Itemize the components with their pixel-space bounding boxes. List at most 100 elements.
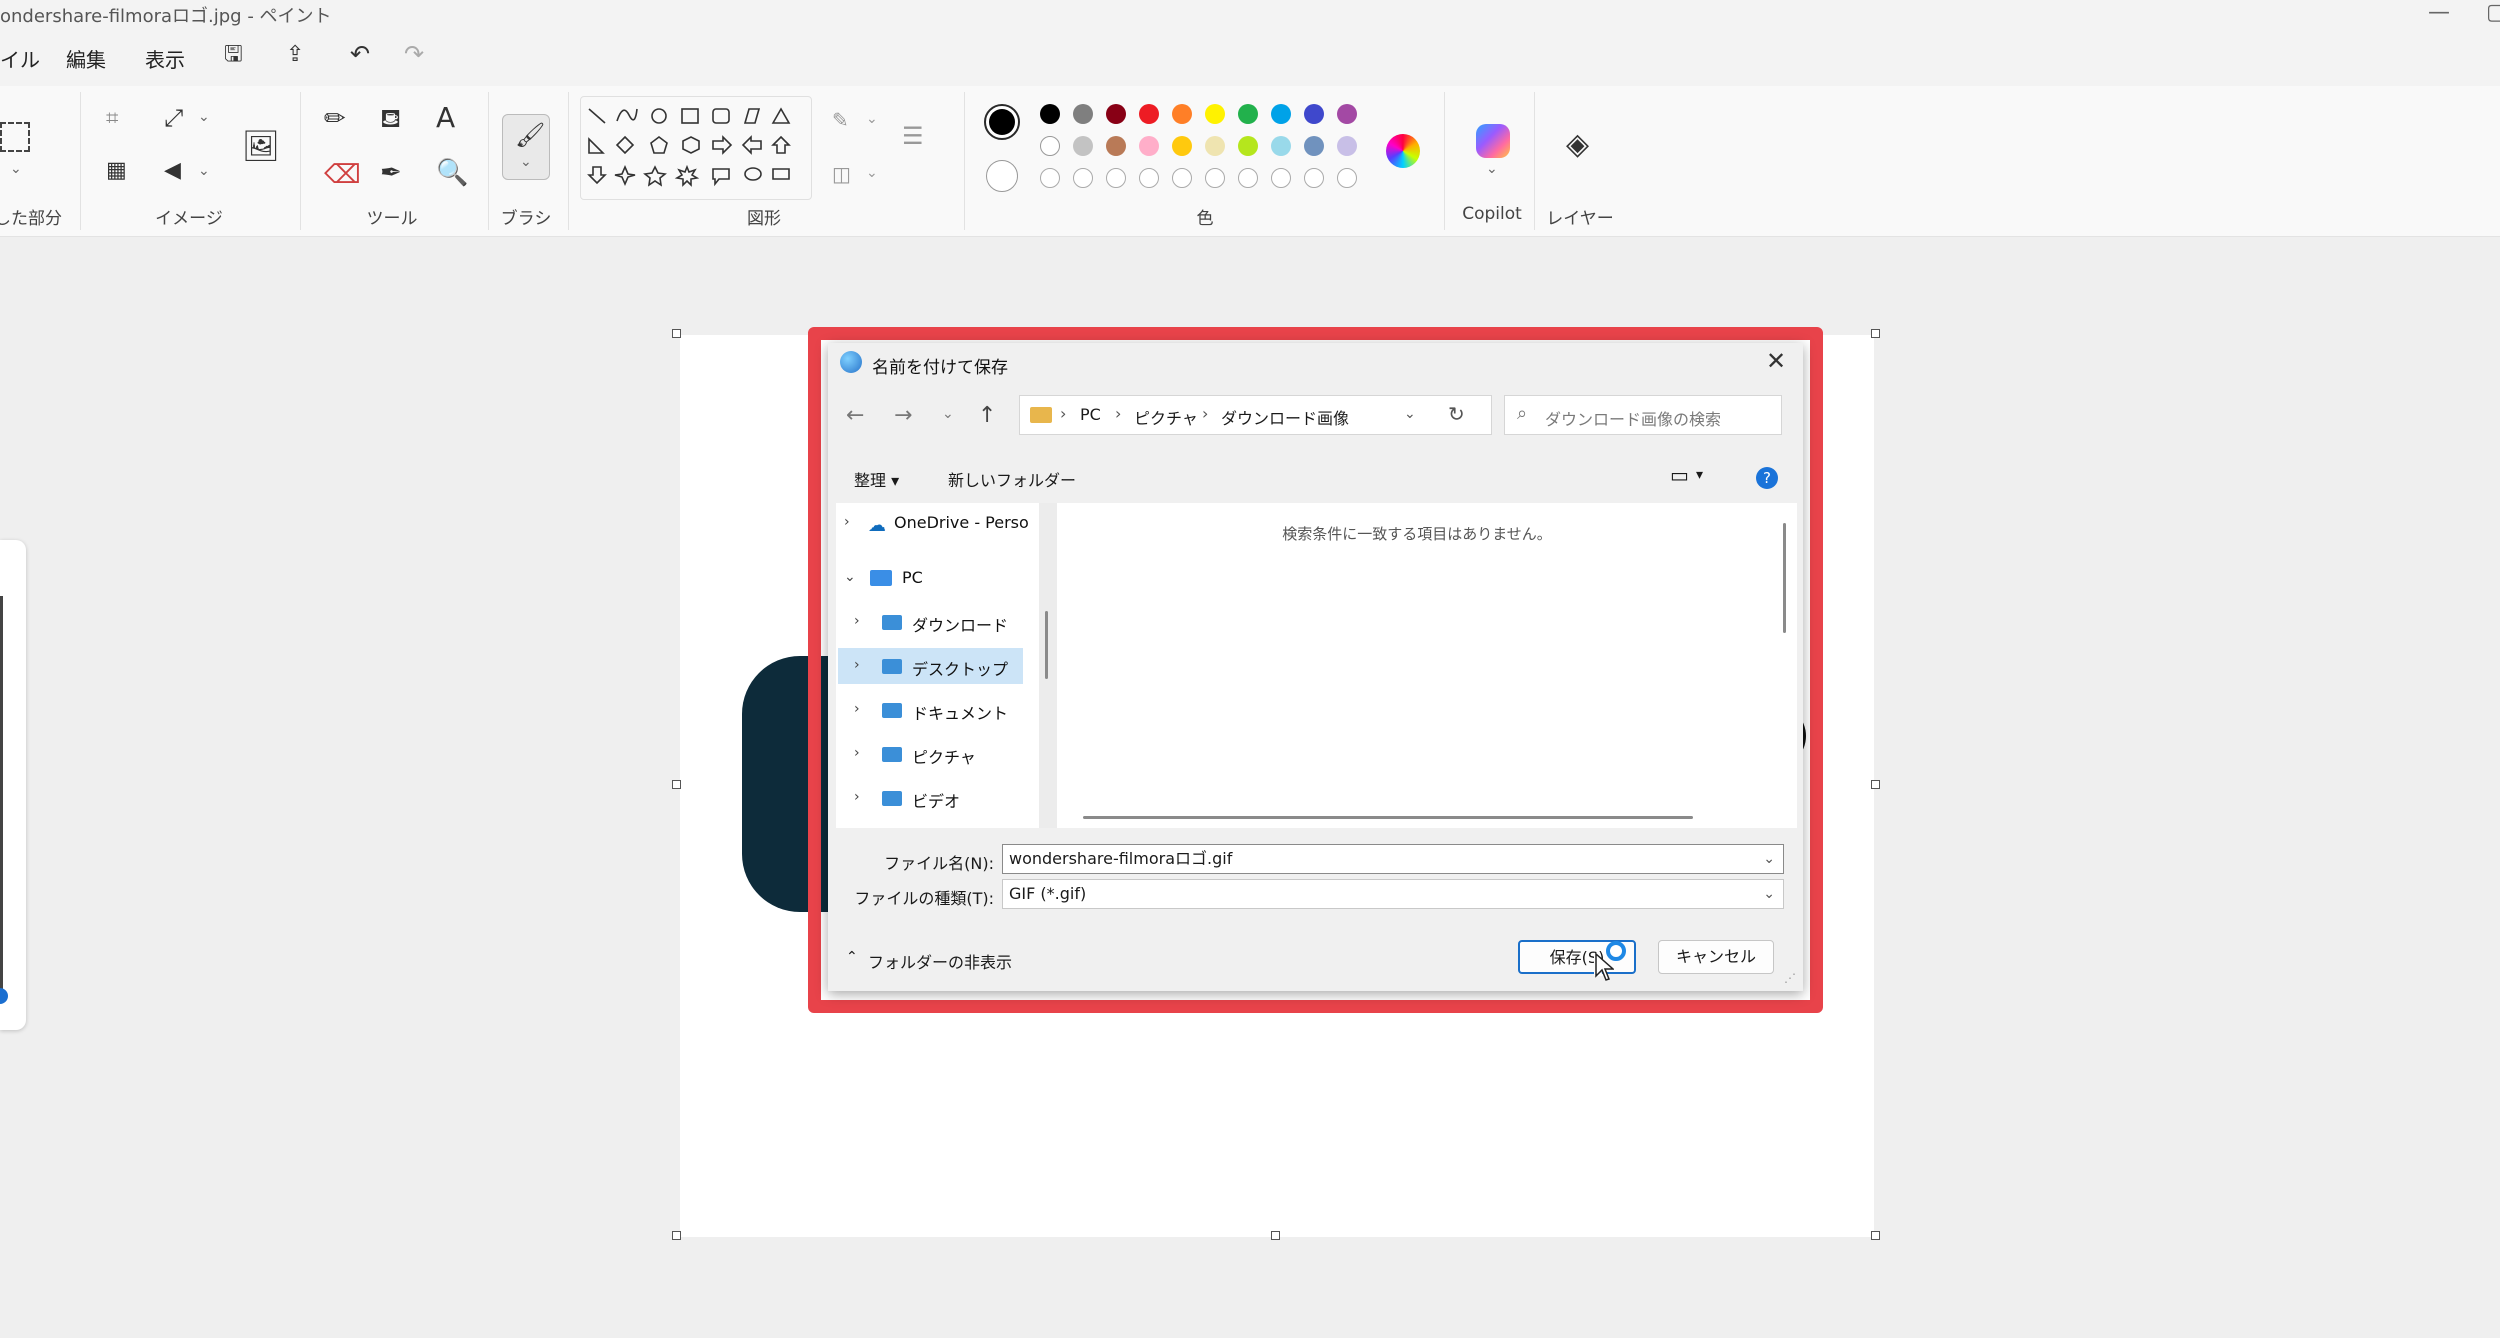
expand-chevron-icon[interactable]: › <box>854 701 860 717</box>
scrollbar-thumb[interactable] <box>1045 611 1048 679</box>
pencil-icon[interactable]: ✏ <box>324 106 346 132</box>
resize-handle[interactable] <box>672 329 681 338</box>
image-generator-icon[interactable]: 🖼 <box>242 132 280 162</box>
navigation-scrollbar[interactable] <box>1039 503 1057 828</box>
nav-item-onedrive[interactable]: › ☁ OneDrive - Perso <box>836 505 1031 541</box>
chevron-down-icon[interactable]: ⌄ <box>1763 880 1775 908</box>
color-swatch[interactable] <box>1073 136 1093 156</box>
nav-item-documents[interactable]: › ドキュメント <box>836 692 1031 728</box>
redo-icon[interactable]: ↷ <box>404 42 424 66</box>
refresh-icon[interactable]: ↻ <box>1448 402 1465 426</box>
nav-item-pc[interactable]: ⌄ PC <box>836 560 1031 596</box>
share-icon[interactable]: ⇪ <box>286 44 304 66</box>
color-swatch[interactable] <box>1205 104 1225 124</box>
search-input[interactable]: ⌕ ダウンロード画像の検索 <box>1504 395 1782 435</box>
resize-icon[interactable]: ⤢ <box>164 106 183 130</box>
custom-color-swatch[interactable] <box>1073 168 1093 188</box>
color-swatch[interactable] <box>1205 136 1225 156</box>
custom-color-swatch[interactable] <box>1106 168 1126 188</box>
text-icon[interactable]: A <box>436 104 455 132</box>
custom-color-swatch[interactable] <box>1205 168 1225 188</box>
menu-edit[interactable]: 編集 <box>66 44 106 73</box>
nav-item-videos[interactable]: › ビデオ <box>836 780 1031 816</box>
rotate-icon[interactable]: ◀ <box>164 160 181 182</box>
color-swatch[interactable] <box>1172 104 1192 124</box>
filetype-select[interactable]: GIF (*.gif) ⌄ <box>1002 879 1784 909</box>
copilot-icon[interactable] <box>1476 124 1510 158</box>
nav-item-desktop[interactable]: › デスクトップ <box>838 648 1023 684</box>
secondary-color-well[interactable] <box>986 160 1018 192</box>
maximize-icon[interactable]: ▢ <box>2486 0 2500 25</box>
color-swatch[interactable] <box>1106 104 1126 124</box>
expand-chevron-icon[interactable]: › <box>854 613 860 629</box>
color-swatch[interactable] <box>1040 136 1060 156</box>
color-swatch[interactable] <box>1238 136 1258 156</box>
magnifier-icon[interactable]: 🔍 <box>436 160 468 186</box>
up-arrow-icon[interactable]: ↑ <box>978 405 996 427</box>
nav-item-downloads[interactable]: › ダウンロード <box>836 604 1031 640</box>
chevron-down-icon[interactable]: ⌄ <box>198 110 210 124</box>
chevron-down-icon[interactable]: ⌄ <box>10 162 22 176</box>
color-swatch[interactable] <box>1271 136 1291 156</box>
nav-item-pictures[interactable]: › ピクチャ <box>836 736 1031 772</box>
custom-color-swatch[interactable] <box>1304 168 1324 188</box>
filename-field[interactable]: wondershare-filmoraロゴ.gif ⌄ <box>1002 844 1784 874</box>
eraser-icon[interactable]: ⌫ <box>324 162 361 188</box>
shapes-gallery-icons[interactable] <box>581 97 813 201</box>
chevron-down-icon[interactable]: ▾ <box>1696 467 1703 483</box>
color-swatch[interactable] <box>1106 136 1126 156</box>
color-swatch[interactable] <box>1040 104 1060 124</box>
custom-color-swatch[interactable] <box>1337 168 1357 188</box>
resize-handle[interactable] <box>1871 780 1880 789</box>
expand-chevron-icon[interactable]: › <box>854 789 860 805</box>
address-bar[interactable]: › PC › ピクチャ › ダウンロード画像 ⌄ ↻ <box>1019 395 1492 435</box>
color-swatch[interactable] <box>1238 104 1258 124</box>
expand-chevron-icon[interactable]: › <box>854 657 860 673</box>
layers-icon[interactable]: ◈ <box>1566 130 1589 160</box>
fill-icon[interactable]: ◫ <box>832 164 851 184</box>
selection-icon[interactable] <box>0 122 30 152</box>
forward-arrow-icon[interactable]: → <box>894 405 912 427</box>
cancel-button[interactable]: キャンセル <box>1658 940 1774 974</box>
stroke-size-icon[interactable]: ☰ <box>902 124 924 148</box>
help-icon[interactable]: ? <box>1756 467 1778 489</box>
color-swatch[interactable] <box>1304 104 1324 124</box>
expand-chevron-icon[interactable]: › <box>854 745 860 761</box>
color-swatch[interactable] <box>1139 104 1159 124</box>
color-swatch[interactable] <box>1337 136 1357 156</box>
breadcrumb-pc[interactable]: PC <box>1080 405 1101 424</box>
menu-file[interactable]: イル <box>0 44 40 73</box>
new-folder-button[interactable]: 新しいフォルダー <box>948 467 1076 491</box>
custom-color-swatch[interactable] <box>1139 168 1159 188</box>
resize-handle[interactable] <box>1871 1231 1880 1240</box>
resize-handle[interactable] <box>672 1231 681 1240</box>
fill-bucket-icon[interactable]: ⛾ <box>380 106 401 132</box>
expand-chevron-icon[interactable]: › <box>844 514 850 530</box>
breadcrumb-pictures[interactable]: ピクチャ <box>1134 405 1198 429</box>
undo-icon[interactable]: ↶ <box>350 42 370 66</box>
color-swatch[interactable] <box>1172 136 1192 156</box>
recent-locations-chevron-icon[interactable]: ⌄ <box>942 407 954 421</box>
chevron-down-icon[interactable]: ⌄ <box>866 166 878 180</box>
chevron-up-icon[interactable]: ⌃ <box>846 949 858 965</box>
save-icon[interactable]: 🖫 <box>224 44 243 66</box>
color-swatch[interactable] <box>1139 136 1159 156</box>
horizontal-scrollbar[interactable] <box>1083 816 1693 819</box>
color-swatch[interactable] <box>1337 104 1357 124</box>
back-arrow-icon[interactable]: ← <box>846 405 864 427</box>
outline-icon[interactable]: ✎ <box>832 110 849 130</box>
resize-handle[interactable] <box>1271 1231 1280 1240</box>
vertical-scrollbar[interactable] <box>1783 523 1786 633</box>
primary-color-well[interactable] <box>984 104 1020 140</box>
menu-view[interactable]: 表示 <box>145 44 185 73</box>
resize-grip-icon[interactable]: ⋰ <box>1784 971 1796 985</box>
crop-icon[interactable]: ⌗ <box>106 108 118 130</box>
color-swatch[interactable] <box>1073 104 1093 124</box>
brush-button[interactable]: 🖌 ⌄ <box>502 114 550 180</box>
close-icon[interactable]: ✕ <box>1766 349 1786 373</box>
resize-handle[interactable] <box>1871 329 1880 338</box>
background-remove-icon[interactable]: ▦ <box>106 160 127 182</box>
chevron-down-icon[interactable]: ⌄ <box>198 164 210 178</box>
custom-color-swatch[interactable] <box>1040 168 1060 188</box>
custom-color-swatch[interactable] <box>1238 168 1258 188</box>
